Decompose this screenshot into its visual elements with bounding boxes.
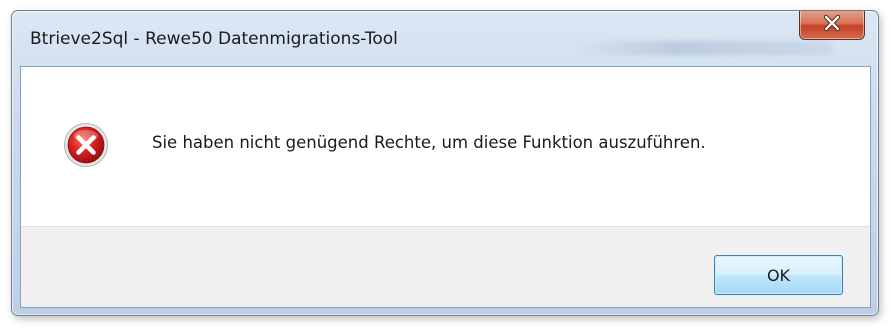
error-icon — [63, 122, 109, 168]
ok-button[interactable]: OK — [714, 255, 843, 295]
button-bar: OK — [21, 226, 870, 307]
title-bar-glass — [572, 41, 832, 55]
close-button[interactable] — [799, 11, 865, 40]
error-message: Sie haben nicht genügend Rechte, um dies… — [152, 133, 706, 152]
close-icon — [823, 14, 841, 35]
message-area: Sie haben nicht genügend Rechte, um dies… — [21, 67, 870, 226]
dialog-client-area: Sie haben nicht genügend Rechte, um dies… — [20, 66, 871, 308]
window-title: Btrieve2Sql - Rewe50 Datenmigrations-Too… — [30, 29, 398, 49]
dialog-window: Btrieve2Sql - Rewe50 Datenmigrations-Too… — [11, 10, 879, 316]
